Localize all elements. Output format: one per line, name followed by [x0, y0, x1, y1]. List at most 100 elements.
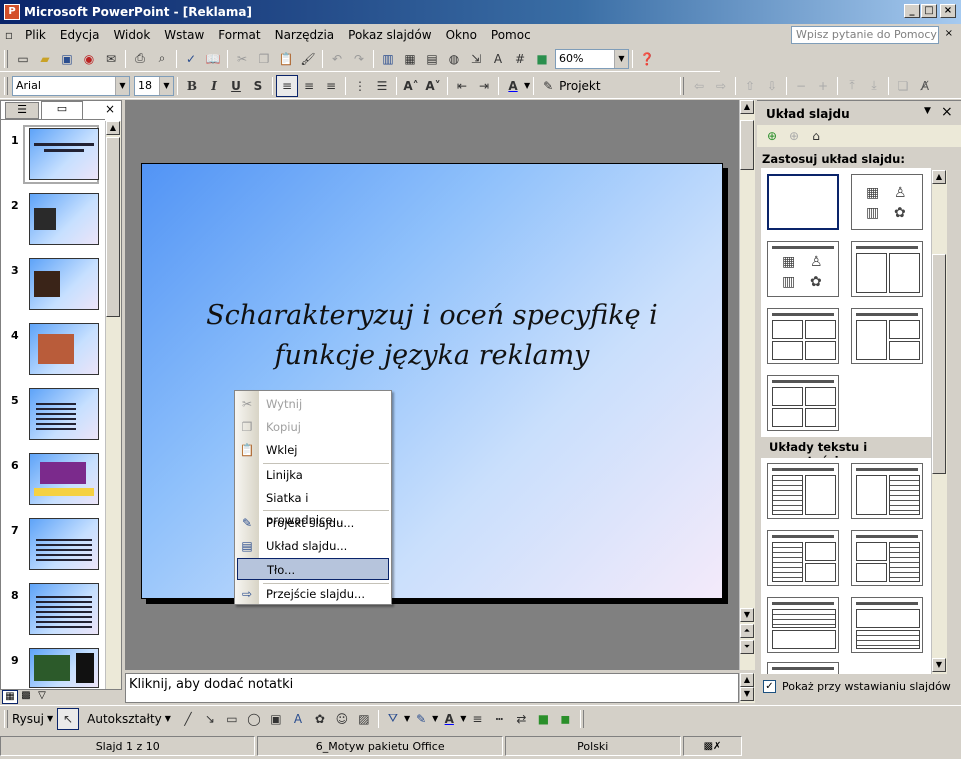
- chevron-down-icon[interactable]: ▼: [165, 714, 171, 723]
- draw-menu[interactable]: Rysuj: [12, 712, 44, 726]
- menu-window[interactable]: Okno: [439, 25, 484, 45]
- toolbar-grip[interactable]: [580, 709, 585, 728]
- scroll-down-button[interactable]: ▼: [740, 608, 754, 622]
- wordart-icon[interactable]: A: [287, 708, 309, 730]
- scroll-up-button[interactable]: ▲: [106, 121, 120, 135]
- menu-item-slide-layout[interactable]: Układ slajdu...: [261, 535, 389, 557]
- expand-icon[interactable]: +: [812, 75, 834, 97]
- layout-content-text[interactable]: [851, 463, 923, 519]
- menu-item-grid-guides[interactable]: Siatka i prowadnice...: [261, 487, 389, 527]
- help-icon[interactable]: ❓: [636, 48, 658, 70]
- paste-icon[interactable]: 📋: [275, 48, 297, 70]
- slide-thumb-7[interactable]: [29, 518, 99, 570]
- menu-item-slide-transition[interactable]: Przejście slajdu...: [261, 583, 389, 605]
- layout-partial[interactable]: [767, 662, 839, 674]
- toolbar-grip[interactable]: [4, 709, 8, 728]
- normal-view-icon[interactable]: ▦: [2, 690, 18, 704]
- home-icon[interactable]: ⌂: [805, 125, 827, 147]
- slide-thumb-8[interactable]: [29, 583, 99, 635]
- arrow-icon[interactable]: ↘: [199, 708, 221, 730]
- menu-help[interactable]: Pomoc: [484, 25, 538, 45]
- tab-outline[interactable]: ☰: [5, 102, 39, 119]
- menu-item-slide-design[interactable]: Projekt slajdu...: [261, 512, 389, 534]
- font-size-combo[interactable]: 18 ▼: [134, 75, 174, 96]
- slide-title[interactable]: Scharakteryzuj i oceń specyfikę i funkcj…: [182, 296, 682, 376]
- cut-icon[interactable]: ✂: [231, 48, 253, 70]
- 3d-style-icon[interactable]: ◼: [554, 708, 576, 730]
- move-down-icon[interactable]: ⇩: [761, 75, 783, 97]
- text-formatting-icon[interactable]: A: [487, 48, 509, 70]
- open-icon[interactable]: ▰: [34, 48, 56, 70]
- layout-text-content[interactable]: [767, 463, 839, 519]
- print-preview-icon[interactable]: ⌕: [151, 48, 173, 70]
- scroll-thumb[interactable]: [740, 120, 754, 170]
- font-combo[interactable]: Arial ▼: [12, 75, 130, 96]
- previous-slide-button[interactable]: ⏶: [740, 624, 754, 638]
- menu-view[interactable]: Widok: [106, 25, 157, 45]
- layout-title-content[interactable]: ▦ ♙ ▥ ✿: [767, 241, 839, 297]
- menu-item-ruler[interactable]: Linijka: [261, 464, 389, 486]
- notes-pane[interactable]: Kliknij, aby dodać notatki: [125, 673, 739, 703]
- align-left-icon[interactable]: ≡: [276, 74, 298, 97]
- close-doc-icon[interactable]: ×: [945, 28, 953, 39]
- maximize-button[interactable]: □: [921, 4, 937, 18]
- line-icon[interactable]: ╱: [177, 708, 199, 730]
- rectangle-icon[interactable]: ▭: [221, 708, 243, 730]
- next-slide-button[interactable]: ⏷: [740, 640, 754, 654]
- collapse-icon[interactable]: −: [790, 75, 812, 97]
- tab-slides[interactable]: ▭: [41, 101, 83, 119]
- layout-text-two-content[interactable]: [767, 530, 839, 586]
- slide-thumb-2[interactable]: [29, 193, 99, 245]
- chevron-down-icon[interactable]: ▼: [115, 76, 129, 95]
- underline-icon[interactable]: U: [225, 75, 247, 97]
- scroll-up-button[interactable]: ▲: [740, 673, 754, 687]
- scroll-thumb[interactable]: [932, 254, 946, 474]
- layout-title-four-content[interactable]: [767, 308, 839, 364]
- layout-title-two-content[interactable]: [851, 241, 923, 297]
- save-icon[interactable]: ▣: [56, 48, 78, 70]
- toolbar-grip[interactable]: [680, 76, 684, 95]
- spelling-status-icon[interactable]: ▩✗: [682, 735, 743, 756]
- font-color-icon[interactable]: A: [502, 75, 524, 97]
- chevron-down-icon[interactable]: ▼: [614, 49, 628, 68]
- diagram-icon[interactable]: ✿: [309, 708, 331, 730]
- menu-file[interactable]: Plik: [18, 25, 53, 45]
- layout-title-content-two[interactable]: [851, 308, 923, 364]
- new-icon[interactable]: ▭: [12, 48, 34, 70]
- toolbar-grip[interactable]: [4, 49, 8, 68]
- decrease-font-icon[interactable]: A˅: [422, 75, 444, 97]
- menu-item-background[interactable]: Tło...: [237, 558, 389, 580]
- format-painter-icon[interactable]: 🖌: [297, 48, 319, 70]
- slide-thumb-4[interactable]: [29, 323, 99, 375]
- email-icon[interactable]: ✉: [100, 48, 122, 70]
- minimize-button[interactable]: _: [904, 4, 920, 18]
- slide-thumb-1[interactable]: [29, 128, 99, 180]
- color-grayscale-icon[interactable]: ■: [531, 48, 553, 70]
- scroll-up-button[interactable]: ▲: [932, 170, 946, 184]
- oval-icon[interactable]: ◯: [243, 708, 265, 730]
- canvas-scrollbar[interactable]: ▲ ▼ ⏶ ⏷: [739, 100, 755, 670]
- slide-thumb-3[interactable]: [29, 258, 99, 310]
- insert-clipart-icon[interactable]: ◍: [443, 48, 465, 70]
- print-icon[interactable]: ⎙: [129, 48, 151, 70]
- slide-thumb-9[interactable]: [29, 648, 99, 688]
- demote-icon[interactable]: ⇨: [710, 75, 732, 97]
- menu-format[interactable]: Format: [211, 25, 267, 45]
- close-panel-icon[interactable]: ×: [105, 102, 115, 116]
- research-icon[interactable]: 📖: [202, 48, 224, 70]
- chevron-down-icon[interactable]: ▼: [47, 714, 53, 723]
- autoshapes-menu[interactable]: Autokształty: [87, 712, 162, 726]
- scroll-down-button[interactable]: ▼: [740, 687, 754, 701]
- permission-icon[interactable]: ◉: [78, 48, 100, 70]
- design-icon[interactable]: ✎: [537, 75, 559, 97]
- collapse-all-icon[interactable]: ⤒: [841, 75, 863, 97]
- slide-thumb-6[interactable]: [29, 453, 99, 505]
- chevron-down-icon[interactable]: ▼: [524, 81, 530, 90]
- menu-item-cut[interactable]: Wytnij: [261, 393, 389, 415]
- shadow-icon[interactable]: S: [247, 75, 269, 97]
- menu-edit[interactable]: Edycja: [53, 25, 107, 45]
- notes-scrollbar[interactable]: ▲ ▼: [739, 673, 755, 703]
- layout-text-over-content[interactable]: [767, 597, 839, 653]
- layout-content-over-text[interactable]: [851, 597, 923, 653]
- textbox-icon[interactable]: ▣: [265, 708, 287, 730]
